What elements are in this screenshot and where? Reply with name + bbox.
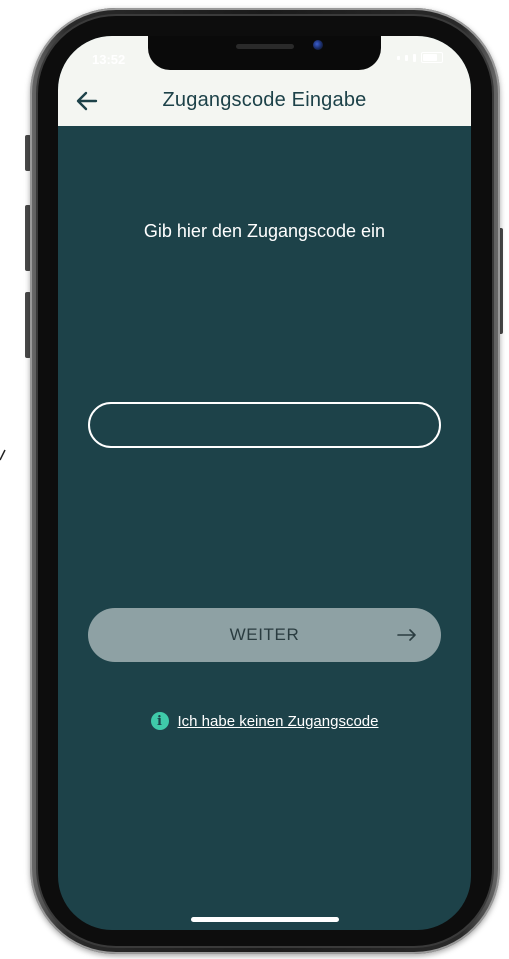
signal-bar-icon	[397, 55, 400, 60]
no-code-link[interactable]: Ich habe keinen Zugangscode	[178, 713, 379, 730]
signal-bar-icon	[413, 53, 416, 62]
page-title: Zugangscode Eingabe	[162, 89, 367, 111]
signal-bar-icon	[405, 54, 408, 61]
access-code-input[interactable]	[88, 402, 441, 448]
phone-screen: 13:52 Zugangscode Eingabe Gib hier den Z…	[58, 36, 471, 930]
info-icon: i	[150, 712, 169, 730]
no-code-help[interactable]: i Ich habe keinen Zugangscode	[58, 712, 471, 730]
speaker-grille	[236, 44, 294, 49]
notch	[148, 36, 381, 70]
arrow-right-icon	[397, 629, 416, 641]
code-prompt: Gib hier den Zugangscode ein	[143, 221, 386, 241]
status-time: 13:52	[92, 52, 126, 67]
battery-icon	[421, 52, 443, 63]
device-stage: 13:52 Zugangscode Eingabe Gib hier den Z…	[0, 0, 509, 959]
next-button[interactable]: WEITER	[88, 608, 441, 662]
front-camera	[313, 40, 323, 50]
edge-mark	[0, 448, 6, 462]
next-button-label: WEITER	[229, 625, 300, 644]
status-icons	[397, 52, 443, 63]
home-indicator[interactable]	[191, 917, 339, 922]
